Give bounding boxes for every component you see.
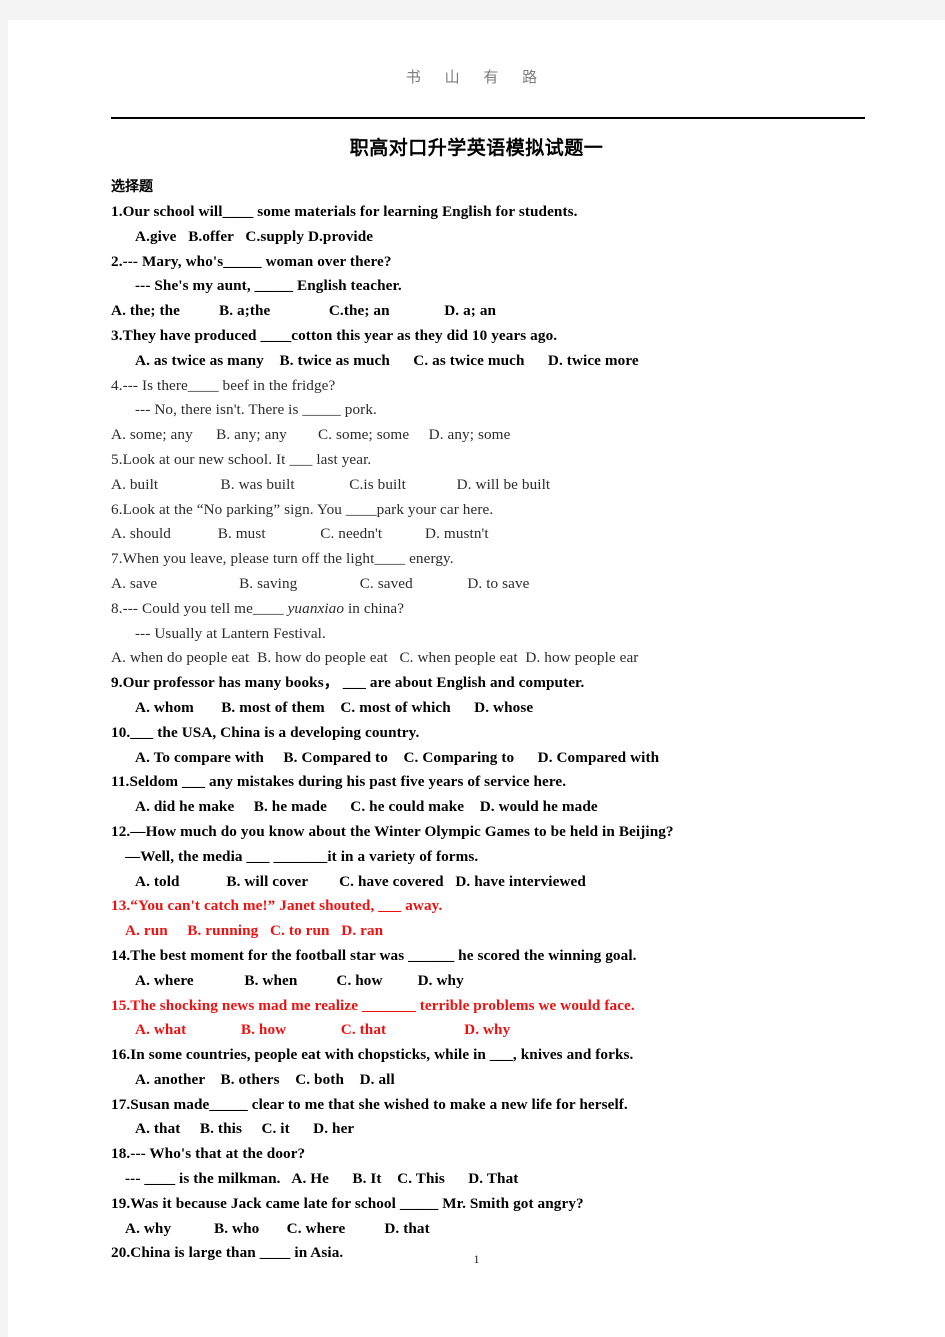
question-stem: 14.The best moment for the football star… — [111, 946, 637, 964]
question-stem: 15.The shocking news mad me realize ____… — [111, 996, 635, 1014]
question-block: 14.The best moment for the football star… — [111, 944, 881, 994]
question-stem: 17.Susan made_____ clear to me that she … — [111, 1095, 628, 1113]
question-stem: 4.--- Is there____ beef in the fridge? — [111, 376, 336, 394]
question-block: 16.In some countries, people eat with ch… — [111, 1043, 881, 1093]
question-block: 8.--- Could you tell me____ yuanxiao in … — [111, 597, 881, 671]
question-stem: 2.--- Mary, who's_____ woman over there? — [111, 252, 392, 270]
question-block: 5.Look at our new school. It ___ last ye… — [111, 448, 881, 498]
question-options: A. when do people eat B. how do people e… — [111, 649, 639, 667]
page-title: 职高对口升学英语模拟试题一 — [349, 137, 604, 159]
question-options: —Well, the media ___ _______it in a vari… — [125, 847, 479, 865]
question-options: A. where B. when C. how D. why — [135, 971, 464, 989]
question-options: A. why B. who C. where D. that — [125, 1219, 430, 1237]
question-stem: 18.--- Who's that at the door? — [111, 1145, 306, 1163]
question-block: 12.—How much do you know about the Winte… — [111, 820, 881, 894]
question-stem: 12.—How much do you know about the Winte… — [111, 822, 674, 840]
question-options: A. as twice as many B. twice as much C. … — [135, 351, 639, 369]
question-options: A. save B. saving C. saved D. to save — [111, 574, 530, 592]
question-stem: 6.Look at the “No parking” sign. You ___… — [111, 500, 494, 518]
question-block: 15.The shocking news mad me realize ____… — [111, 994, 881, 1044]
question-options: --- No, there isn't. There is _____ pork… — [135, 401, 377, 419]
running-header-text: 书 山 有 路 — [405, 70, 548, 86]
question-options: --- Usually at Lantern Festival. — [135, 624, 326, 642]
question-stem: 1.Our school will____ some materials for… — [111, 203, 578, 220]
question-stem: 19.Was it because Jack came late for sch… — [111, 1194, 584, 1212]
question-block: 1.Our school will____ some materials for… — [111, 200, 881, 250]
question-options: A. did he make B. he made C. he could ma… — [135, 798, 598, 816]
question-list: 1.Our school will____ some materials for… — [111, 200, 881, 1266]
question-options: A. that B. this C. it D. her — [135, 1120, 355, 1138]
question-stem: 3.They have produced ____cotton this yea… — [111, 326, 558, 344]
question-options: A. run B. running C. to run D. ran — [125, 922, 384, 940]
question-options: A. built B. was built C.is built D. will… — [111, 475, 551, 493]
question-block: 13.“You can't catch me!” Janet shouted, … — [111, 894, 881, 944]
question-stem: 7.When you leave, please turn off the li… — [111, 550, 454, 568]
question-stem: 10.___ the USA, China is a developing co… — [111, 723, 420, 741]
question-stem: 13.“You can't catch me!” Janet shouted, … — [111, 897, 443, 915]
question-block: 7.When you leave, please turn off the li… — [111, 547, 881, 597]
question-options: --- She's my aunt, _____ English teacher… — [135, 277, 402, 295]
question-block: 2.--- Mary, who's_____ woman over there?… — [111, 250, 881, 324]
question-options: A. another B. others C. both D. all — [135, 1070, 395, 1088]
question-block: 9.Our professor has many books， ___ are … — [111, 671, 881, 721]
question-block: 10.___ the USA, China is a developing co… — [111, 721, 881, 771]
page-number: 1 — [473, 1252, 480, 1266]
question-stem: 8.--- Could you tell me____ yuanxiao in … — [111, 599, 405, 617]
question-block: 19.Was it because Jack came late for sch… — [111, 1192, 881, 1242]
running-header: 书 山 有 路 — [8, 66, 945, 87]
question-block: 17.Susan made_____ clear to me that she … — [111, 1093, 881, 1143]
question-stem: 11.Seldom ___ any mistakes during his pa… — [111, 773, 567, 791]
question-block: 11.Seldom ___ any mistakes during his pa… — [111, 770, 881, 820]
question-options: A. the; the B. a;the C.the; an D. a; an — [111, 302, 497, 320]
question-options: A. To compare with B. Compared to C. Com… — [135, 748, 660, 766]
question-options: A. told B. will cover C. have covered D.… — [135, 872, 586, 890]
question-stem: 5.Look at our new school. It ___ last ye… — [111, 450, 372, 468]
question-options: A.give B.offer C.supply D.provide — [135, 227, 374, 245]
exam-body: 选择题 1.Our school will____ some materials… — [111, 178, 881, 1266]
document-page: 书 山 有 路 职高对口升学英语模拟试题一 选择题 1.Our school w… — [8, 20, 945, 1337]
italic-term: yuanxiao — [287, 599, 345, 617]
question-options: A. some; any B. any; any C. some; some D… — [111, 426, 511, 444]
question-block: 3.They have produced ____cotton this yea… — [111, 324, 881, 374]
header-divider-rule — [111, 117, 865, 119]
question-options: A. what B. how C. that D. why — [135, 1021, 511, 1039]
question-block: 18.--- Who's that at the door? --- ____ i… — [111, 1142, 881, 1192]
question-options: --- ____ is the milkman. A. He B. It C. … — [125, 1170, 519, 1188]
question-stem: 16.In some countries, people eat with ch… — [111, 1046, 634, 1064]
question-block: 6.Look at the “No parking” sign. You ___… — [111, 498, 881, 548]
question-options: A. should B. must C. needn't D. mustn't — [111, 525, 489, 543]
question-stem: 9.Our professor has many books， ___ are … — [111, 674, 585, 692]
question-block: 4.--- Is there____ beef in the fridge? --… — [111, 374, 881, 448]
question-options: A. whom B. most of them C. most of which… — [135, 698, 534, 716]
section-heading: 选择题 — [111, 179, 153, 195]
